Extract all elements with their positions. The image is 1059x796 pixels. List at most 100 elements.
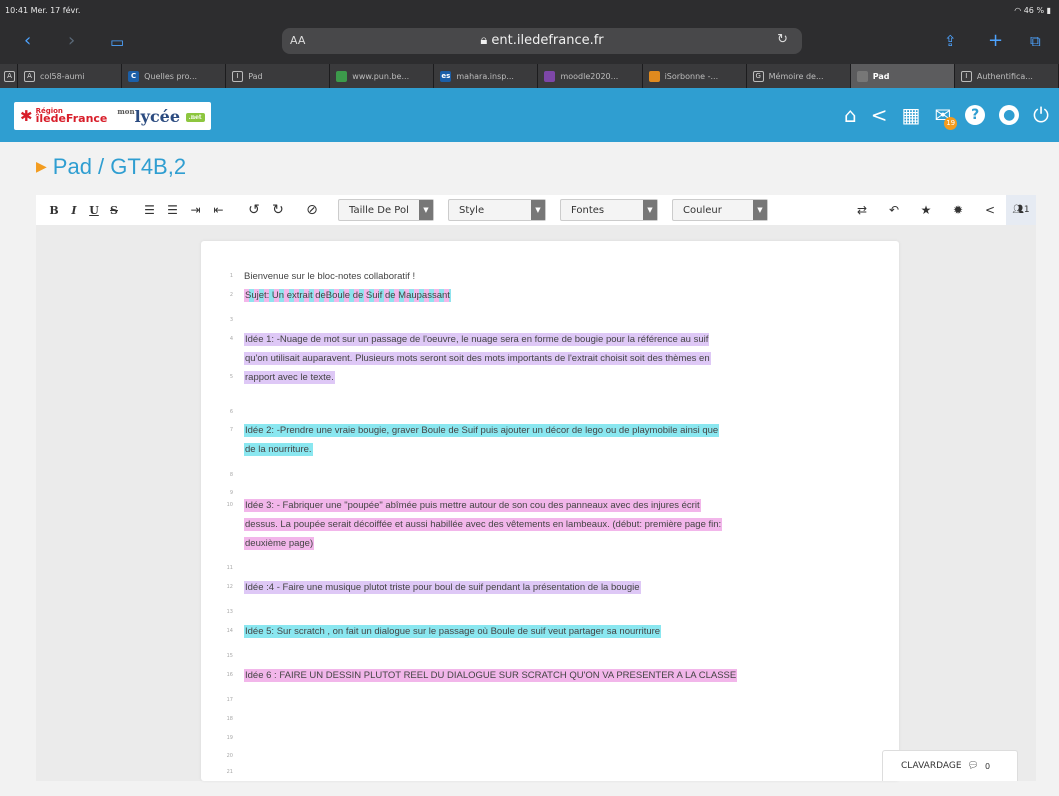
page-title-text: Pad / GT4B,2 — [52, 154, 187, 179]
line-number: 4 — [229, 336, 233, 342]
chat-icon: 💬︎ — [967, 761, 979, 771]
share-network-icon[interactable]: < — [871, 104, 888, 126]
clear-authorship-icon[interactable]: ⊘ — [300, 195, 324, 225]
style-select[interactable]: Style ▼ — [448, 199, 546, 221]
line-number: 14 — [226, 628, 233, 634]
color-label: Couleur — [683, 204, 722, 216]
browser-tab-label: Quelles pro... — [144, 71, 198, 81]
redo-icon[interactable]: ↻ — [266, 195, 290, 225]
browser-tab[interactable]: iSorbonne -... — [642, 64, 747, 88]
favicon-icon — [856, 70, 868, 82]
browser-tab[interactable]: es mahara.insp... — [434, 64, 539, 88]
pad-line[interactable]: qu'on utilisait auparavent. Plusieurs mo… — [244, 349, 711, 368]
browser-tab[interactable]: www.pun.be... — [330, 64, 435, 88]
browser-tab[interactable]: I Pad — [226, 64, 331, 88]
users-button[interactable]: 👥︎ 1 — [1006, 195, 1036, 225]
style-label: Style — [459, 204, 485, 216]
bold-button[interactable]: B — [44, 195, 64, 225]
favicon-icon: A — [4, 70, 15, 82]
editor-toolbar: B I U S ☰ ☰ ⇥ ⇤ ↺ ↻ ⊘ Taille De Pol ▼ Sty… — [36, 195, 1036, 225]
browser-tab[interactable]: C Quelles pro... — [122, 64, 227, 88]
italic-button[interactable]: I — [64, 195, 84, 225]
browser-chrome: 10:41 Mer. 17 févr. ◠ 46 % ▮ ‹ › ▭ AA 🔒︎… — [0, 0, 1059, 88]
users-icon: 👥︎ — [1012, 205, 1024, 215]
share-icon[interactable]: ⇪ — [944, 32, 957, 50]
line-number: 2 — [229, 292, 233, 298]
undo-icon[interactable]: ↺ — [242, 195, 266, 225]
status-bar: 10:41 Mer. 17 févr. ◠ 46 % ▮ — [0, 4, 1059, 18]
pad-line[interactable]: Idée 2: -Prendre une vraie bougie, grave… — [244, 421, 720, 440]
pad-document[interactable]: 12345678910111213141516171819202122 Bien… — [201, 241, 899, 781]
pad-content[interactable]: Bienvenue sur le bloc-notes collaboratif… — [244, 241, 864, 781]
chat-button[interactable]: CLAVARDAGE 💬︎ 0 — [882, 750, 1018, 781]
chevron-down-icon: ▼ — [419, 200, 433, 220]
timeslider-icon[interactable]: ↶ — [878, 195, 910, 225]
pad-line[interactable]: rapport avec le texte. — [244, 368, 335, 387]
book-icon[interactable]: ▭ — [110, 33, 124, 51]
address-bar[interactable]: AA 🔒︎ ent.iledefrance.fr ↻ — [282, 28, 802, 54]
pad-line[interactable]: Idée :4 - Faire une musique plutot trist… — [244, 578, 641, 597]
favicon-icon: I — [232, 70, 244, 82]
safari-nav: ‹ › ▭ AA 🔒︎ ent.iledefrance.fr ↻ ⇪ + ⧉ — [0, 26, 1059, 58]
url-text[interactable]: 🔒︎ ent.iledefrance.fr — [282, 33, 802, 48]
font-size-select[interactable]: Taille De Pol ▼ — [338, 199, 434, 221]
pad-line-text: Idée :4 - Faire une musique plutot trist… — [244, 581, 641, 594]
apps-grid-icon[interactable]: ▦ — [902, 104, 921, 126]
pad-line[interactable]: Idée 3: - Fabriquer une "poupée" abîmée … — [244, 496, 701, 515]
browser-tab[interactable]: Pad — [850, 64, 955, 88]
logout-icon[interactable]: ⏻ — [1033, 104, 1049, 126]
line-number: 21 — [226, 769, 233, 775]
pad-line[interactable]: Sujet: Un extrait deBoule de Suif de Mau… — [244, 286, 451, 305]
line-number: 6 — [229, 409, 233, 415]
tabs-overview-icon[interactable]: ⧉ — [1030, 32, 1041, 50]
line-number: 20 — [226, 753, 233, 759]
favicon-icon — [336, 70, 348, 82]
browser-tab[interactable]: moodle2020... — [538, 64, 643, 88]
back-icon[interactable]: ‹ — [24, 30, 31, 51]
outdent-icon[interactable]: ⇤ — [207, 195, 230, 225]
mail-count-badge: 19 — [944, 117, 958, 130]
favicon-icon: A — [24, 70, 35, 82]
browser-tab[interactable]: I Authentifica... — [954, 64, 1059, 88]
pad-line[interactable]: Bienvenue sur le bloc-notes collaboratif… — [244, 267, 415, 286]
unordered-list-icon[interactable]: ☰ — [161, 195, 184, 225]
page-title: ▶ Pad / GT4B,2 — [36, 154, 186, 180]
chevron-down-icon: ▼ — [643, 200, 657, 220]
help-icon[interactable]: ? — [965, 105, 986, 125]
pad-line[interactable]: deuxième page) — [244, 534, 315, 553]
import-export-icon[interactable]: ⇄ — [846, 195, 878, 225]
favicon-icon: G — [752, 70, 764, 82]
site-logo[interactable]: ✱ Région îledeFrance monlycée .net — [14, 102, 211, 130]
indent-icon[interactable]: ⇥ — [184, 195, 207, 225]
star-icon: ✱ — [20, 107, 33, 125]
browser-tab[interactable]: A — [0, 64, 18, 88]
settings-icon[interactable]: ✹ — [942, 195, 974, 225]
favicon-icon: C — [128, 70, 140, 82]
share-icon[interactable]: < — [974, 195, 1006, 225]
new-tab-icon[interactable]: + — [988, 30, 1003, 51]
users-count: 1 — [1023, 205, 1030, 215]
underline-button[interactable]: U — [84, 195, 104, 225]
star-icon[interactable]: ★ — [910, 195, 942, 225]
color-select[interactable]: Couleur ▼ — [672, 199, 768, 221]
strikethrough-button[interactable]: S — [104, 195, 124, 225]
browser-tab[interactable]: Acol58-aumi — [18, 64, 123, 88]
browser-tab[interactable]: G Mémoire de... — [746, 64, 851, 88]
home-icon[interactable]: ⌂ — [844, 104, 857, 126]
ordered-list-icon[interactable]: ☰ — [138, 195, 161, 225]
fonts-select[interactable]: Fontes ▼ — [560, 199, 658, 221]
pad-line[interactable]: Idée 1: -Nuage de mot sur un passage de … — [244, 330, 710, 349]
line-number: 3 — [229, 317, 233, 323]
line-number: 13 — [226, 609, 233, 615]
mail-icon[interactable]: ✉ 19 — [934, 104, 958, 130]
user-icon[interactable]: ● — [999, 105, 1020, 125]
favicon-icon: I — [960, 70, 972, 82]
font-size-label: Taille De Pol — [349, 204, 409, 216]
pad-line[interactable]: Idée 6 : FAIRE UN DESSIN PLUTOT REEL DU … — [244, 666, 738, 685]
forward-icon[interactable]: › — [68, 30, 75, 51]
pad-line[interactable]: Idée 5: Sur scratch , on fait un dialogu… — [244, 622, 662, 641]
pad-line[interactable]: dessus. La poupée serait décoiffée et au… — [244, 515, 723, 534]
pad-line[interactable]: de la nourriture. — [244, 440, 313, 459]
reload-icon[interactable]: ↻ — [777, 32, 788, 47]
line-number: 9 — [229, 490, 233, 496]
